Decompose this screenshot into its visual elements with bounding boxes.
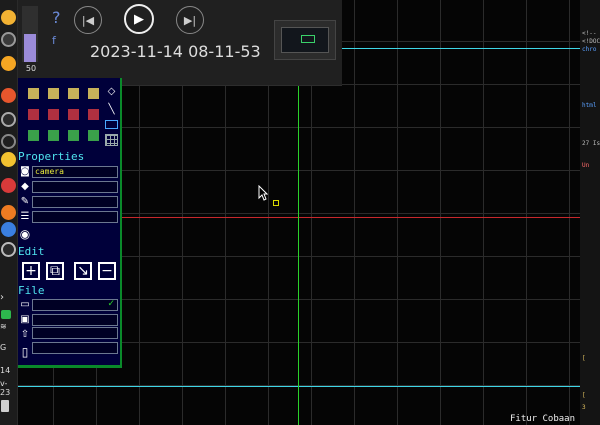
- devtools-line-4[interactable]: html: [582, 102, 600, 109]
- devtools-error: Un: [582, 162, 590, 169]
- taskbar-label-g: G: [0, 343, 7, 352]
- move-button[interactable]: ↘: [74, 262, 92, 280]
- folder-icon: ▭: [20, 299, 30, 310]
- tool-panel: ◇ ╲ Properties ◙ camera ◆ ✎ ☰ ◉ Edit + ⧉…: [18, 78, 122, 368]
- taskbar-label-v23: v-23: [0, 379, 11, 397]
- volume-slider[interactable]: [22, 6, 38, 62]
- wifi-icon[interactable]: ≋: [0, 322, 7, 331]
- y-axis-line: [298, 86, 299, 425]
- bottom-boundary-line: [18, 386, 580, 387]
- sun-app-icon[interactable]: [1, 10, 16, 25]
- media-overlay: ? f |◀ ▶ ▶| 2023-11-14 08-11-53: [18, 0, 342, 86]
- camera-field[interactable]: camera: [32, 166, 118, 178]
- red-app-icon[interactable]: [1, 178, 16, 193]
- file-select[interactable]: ✓: [32, 299, 118, 311]
- export-field[interactable]: [32, 342, 118, 354]
- grid-tool-icon[interactable]: [105, 134, 118, 146]
- play-icon: ▶: [134, 11, 144, 27]
- upload-icon: ⇧: [20, 329, 30, 340]
- top-boundary-line: [342, 48, 580, 49]
- camera-field-value: camera: [35, 167, 64, 176]
- new-file-icon[interactable]: ▯: [19, 346, 31, 358]
- point-marker[interactable]: [273, 200, 279, 206]
- question-mark-text: ?: [52, 8, 61, 27]
- devtools-log-2: [: [582, 392, 586, 399]
- dark-app-icon[interactable]: [1, 112, 16, 127]
- save-icon: ▣: [20, 314, 30, 325]
- rect-red-3-icon[interactable]: [68, 109, 79, 120]
- edit-heading: Edit: [18, 245, 45, 258]
- list-icon: ☰: [20, 211, 30, 222]
- rect-red-4-icon[interactable]: [88, 109, 99, 120]
- gear-icon[interactable]: [1, 242, 16, 257]
- camera-icon: ◙: [20, 166, 30, 177]
- chevron-down-icon: ✓: [107, 299, 115, 309]
- green-tool-2-icon[interactable]: [48, 130, 59, 141]
- previous-button[interactable]: |◀: [74, 6, 102, 34]
- save-path-field[interactable]: [32, 327, 118, 339]
- skip-next-icon: ▶|: [183, 13, 197, 27]
- mouse-cursor-icon: [258, 185, 268, 201]
- remove-button[interactable]: −: [98, 262, 116, 280]
- duplicate-button[interactable]: ⧉: [46, 262, 64, 280]
- play-button[interactable]: ▶: [124, 4, 154, 34]
- diamond-tool-icon[interactable]: ◇: [106, 86, 117, 97]
- volume-value: 50: [25, 64, 37, 73]
- shape-tool-4-icon[interactable]: [88, 88, 99, 99]
- fill-field[interactable]: [32, 181, 118, 193]
- folder-app-icon[interactable]: [1, 56, 16, 71]
- devtools-line-3: chro: [582, 46, 597, 53]
- devtools-line-2: <!DOC: [582, 38, 600, 45]
- caption-text: Fitur Cobaan: [510, 414, 576, 424]
- fill-bucket-icon: ◆: [21, 181, 29, 192]
- orange-app-icon[interactable]: [1, 88, 16, 103]
- stroke-field[interactable]: [32, 196, 118, 208]
- circle-app-icon[interactable]: [1, 134, 16, 149]
- green-tool-1-icon[interactable]: [28, 130, 39, 141]
- blue-app-icon[interactable]: [1, 222, 16, 237]
- notification-icon[interactable]: [1, 400, 9, 412]
- skip-previous-icon: |◀: [81, 13, 95, 27]
- devtools-issues[interactable]: 27 Iss: [582, 140, 600, 147]
- chevron-right-icon[interactable]: ›: [0, 292, 4, 303]
- browser-app-icon[interactable]: [1, 32, 16, 47]
- recording-timestamp: 2023-11-14 08-11-53: [90, 42, 261, 61]
- firefox-app-icon[interactable]: [1, 205, 16, 220]
- taskbar: › ≋ G 14 v-23: [0, 0, 18, 425]
- green-tool-3-icon[interactable]: [68, 130, 79, 141]
- x-axis-line: [122, 217, 580, 218]
- eye-icon[interactable]: ◉: [19, 228, 31, 240]
- taskbar-label-14: 14: [0, 366, 11, 375]
- green-tool-4-icon[interactable]: [88, 130, 99, 141]
- shape-tool-3-icon[interactable]: [68, 88, 79, 99]
- save-field[interactable]: [32, 314, 118, 326]
- shape-tool-1-icon[interactable]: [28, 88, 39, 99]
- devtools-log-3: 3: [582, 404, 586, 411]
- devtools-log-1: [: [582, 355, 586, 362]
- properties-heading: Properties: [18, 150, 85, 163]
- rect-outline-tool-icon[interactable]: [105, 120, 118, 129]
- partial-letter: f: [52, 34, 56, 47]
- pencil-icon: ✎: [20, 196, 30, 207]
- add-button[interactable]: +: [22, 262, 40, 280]
- rect-red-2-icon[interactable]: [48, 109, 59, 120]
- shape-tool-2-icon[interactable]: [48, 88, 59, 99]
- file-heading: File: [18, 284, 45, 297]
- network-icon[interactable]: [1, 310, 11, 319]
- devtools-panel: <!-- <!DOC chro html 27 Iss Un [ [ 3: [580, 0, 600, 425]
- list-field[interactable]: [32, 211, 118, 223]
- volume-fill: [24, 34, 36, 62]
- video-thumbnail[interactable]: [274, 20, 336, 60]
- line-tool-icon[interactable]: ╲: [106, 104, 117, 115]
- chrome-app-icon[interactable]: [1, 152, 16, 167]
- next-button[interactable]: ▶|: [176, 6, 204, 34]
- rect-red-1-icon[interactable]: [28, 109, 39, 120]
- devtools-line-1: <!--: [582, 30, 597, 37]
